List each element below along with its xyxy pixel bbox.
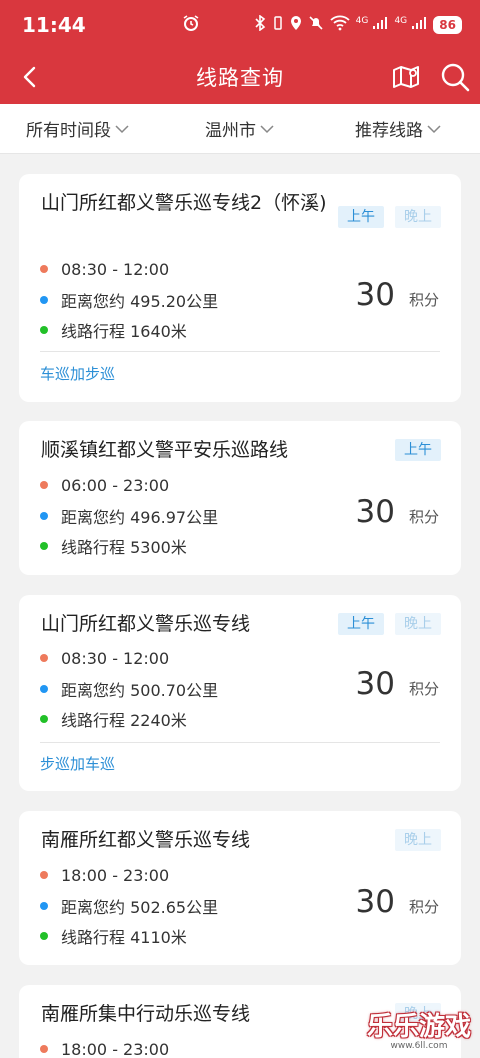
route-length: 线路行程 4110米 — [61, 928, 187, 948]
route-points: 30 积分 — [356, 666, 439, 702]
tag-evening: 晚上 — [395, 829, 441, 851]
filter-time-period[interactable]: 所有时间段 — [26, 116, 129, 141]
route-info: 08:30 - 12:00 距离您约 495.20公里 线路行程 1640米 — [40, 254, 218, 346]
route-time: 18:00 - 23:00 — [61, 865, 170, 885]
filter-label: 温州市 — [205, 121, 256, 141]
route-name: 山门所红都义警乐巡专线 — [41, 613, 251, 635]
location-icon — [290, 15, 302, 35]
route-info: 18:00 - 23:00 距离您约 502.65公里 线路行程 4110米 — [40, 860, 218, 952]
route-card[interactable]: 山门所红都义警乐巡专线2（怀溪) 上午 晚上 08:30 - 12:00 距离您… — [19, 174, 461, 402]
route-info: 18:00 - 23:00 — [40, 1034, 169, 1058]
route-time: 18:00 - 23:00 — [61, 1039, 170, 1058]
search-button[interactable] — [438, 60, 472, 94]
points-unit: 积分 — [408, 680, 439, 698]
watermark-text: 乐乐游戏 — [366, 1012, 471, 1042]
time-dot — [40, 871, 48, 880]
filter-city[interactable]: 温州市 — [205, 116, 274, 141]
battery-indicator: 86 — [433, 16, 462, 34]
filter-label: 推荐线路 — [355, 121, 423, 141]
points-unit: 积分 — [408, 508, 439, 526]
points-value: 30 — [355, 494, 395, 530]
time-tags: 上午 晚上 — [338, 613, 441, 635]
map-icon — [393, 66, 419, 88]
filter-sort[interactable]: 推荐线路 — [355, 116, 441, 141]
points-unit: 积分 — [408, 898, 439, 916]
route-time: 08:30 - 12:00 — [61, 648, 170, 668]
points-value: 30 — [355, 277, 395, 313]
signal-1-icon: 4G — [356, 16, 389, 34]
route-name: 南雁所集中行动乐巡专线 — [41, 1003, 251, 1025]
route-distance: 距离您约 500.70公里 — [61, 680, 219, 700]
distance-dot — [40, 511, 48, 520]
route-length: 线路行程 5300米 — [61, 538, 187, 558]
tag-morning: 上午 — [338, 206, 384, 228]
status-icons: 4G 4G 86 — [254, 14, 462, 35]
tag-evening: 晚上 — [395, 613, 441, 635]
route-info: 08:30 - 12:00 距离您约 500.70公里 线路行程 2240米 — [40, 643, 218, 735]
status-time: 11:44 — [22, 13, 86, 37]
points-unit: 积分 — [408, 291, 439, 309]
points-value: 30 — [355, 666, 395, 702]
app-bar: 线路查询 — [0, 50, 480, 104]
mute-icon — [308, 15, 324, 35]
vibrate-icon — [272, 15, 284, 35]
length-dot — [40, 932, 48, 941]
signal-2-icon: 4G — [394, 16, 427, 34]
patrol-mode: 车巡加步巡 — [40, 365, 116, 383]
tag-morning: 上午 — [338, 613, 384, 635]
route-distance: 距离您约 502.65公里 — [61, 897, 219, 917]
tag-evening: 晚上 — [395, 206, 441, 228]
length-dot — [40, 715, 48, 724]
search-icon — [441, 63, 470, 92]
length-dot — [40, 326, 48, 335]
route-name: 顺溪镇红都义警平安乐巡路线 — [41, 439, 289, 461]
time-dot — [40, 1045, 48, 1054]
route-name: 南雁所红都义警乐巡专线 — [41, 829, 251, 851]
route-length: 线路行程 2240米 — [61, 711, 187, 731]
route-card[interactable]: 南雁所红都义警乐巡专线 晚上 18:00 - 23:00 距离您约 502.65… — [19, 811, 461, 965]
tag-morning: 上午 — [395, 439, 441, 461]
chevron-down-icon — [115, 124, 129, 133]
route-card[interactable]: 顺溪镇红都义警平安乐巡路线 上午 06:00 - 23:00 距离您约 496.… — [19, 421, 461, 575]
filter-bar: 所有时间段 温州市 推荐线路 — [0, 104, 480, 154]
route-time: 06:00 - 23:00 — [61, 475, 170, 495]
route-time: 08:30 - 12:00 — [61, 259, 170, 279]
bluetooth-icon — [254, 14, 266, 35]
distance-dot — [40, 684, 48, 693]
route-length: 线路行程 1640米 — [61, 322, 187, 342]
route-distance: 距离您约 496.97公里 — [61, 507, 219, 527]
time-dot — [40, 654, 48, 663]
route-info: 06:00 - 23:00 距离您约 496.97公里 线路行程 5300米 — [40, 470, 218, 562]
divider — [40, 742, 440, 743]
time-dot — [40, 265, 48, 274]
map-button[interactable] — [390, 61, 422, 93]
distance-dot — [40, 901, 48, 910]
time-dot — [40, 481, 48, 490]
route-name: 山门所红都义警乐巡专线2（怀溪) — [41, 192, 327, 214]
watermark-logo: 乐乐游戏 www.6ll.com — [364, 1006, 474, 1052]
route-points: 30 积分 — [356, 884, 439, 920]
points-value: 30 — [355, 884, 395, 920]
alarm-icon — [182, 14, 200, 36]
chevron-down-icon — [260, 124, 274, 133]
time-tags: 上午 — [395, 439, 441, 461]
distance-dot — [40, 295, 48, 304]
route-card[interactable]: 山门所红都义警乐巡专线 上午 晚上 08:30 - 12:00 距离您约 500… — [19, 595, 461, 791]
divider — [40, 351, 440, 352]
time-tags: 晚上 — [395, 829, 441, 851]
route-points: 30 积分 — [356, 494, 439, 530]
filter-label: 所有时间段 — [26, 121, 111, 141]
wifi-icon — [329, 15, 350, 35]
status-bar: 11:44 4G 4G 86 — [0, 0, 480, 50]
length-dot — [40, 542, 48, 551]
route-points: 30 积分 — [356, 277, 439, 313]
chevron-down-icon — [427, 124, 441, 133]
patrol-mode: 步巡加车巡 — [40, 755, 116, 773]
route-distance: 距离您约 495.20公里 — [61, 291, 219, 311]
time-tags: 上午 晚上 — [338, 206, 441, 228]
